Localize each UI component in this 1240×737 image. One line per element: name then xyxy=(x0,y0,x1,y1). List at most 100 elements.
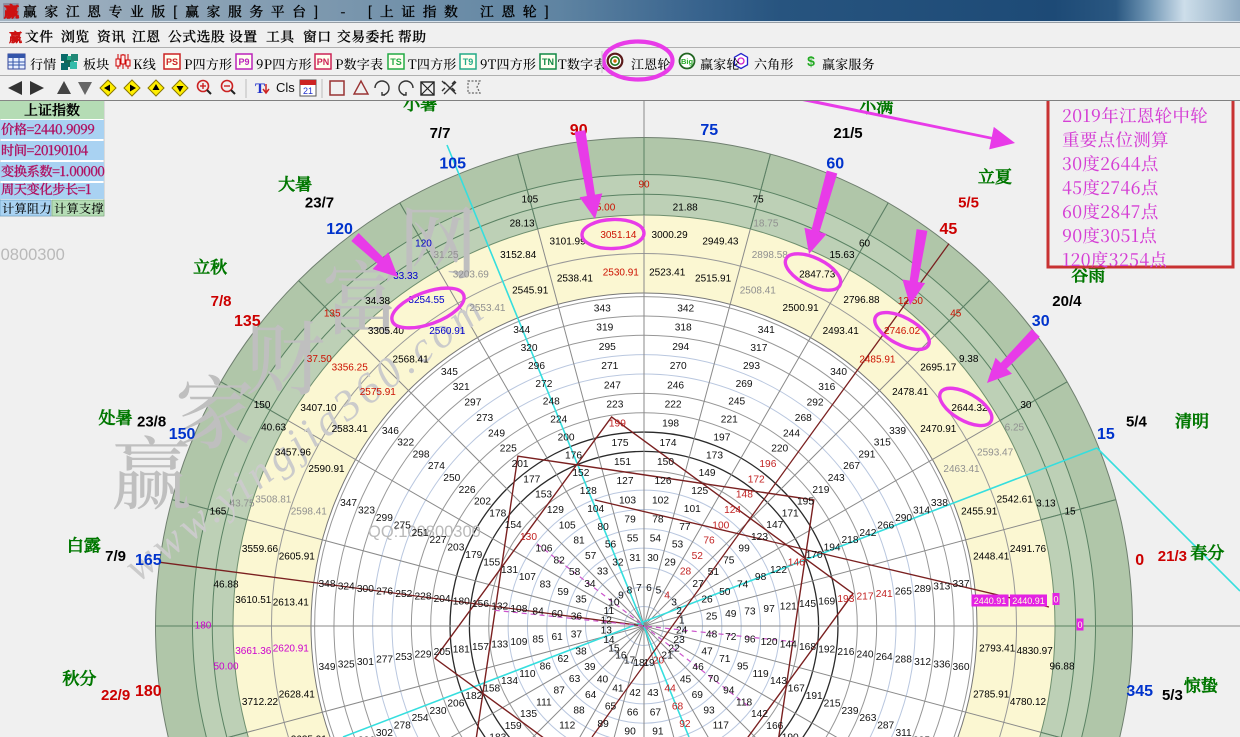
svg-text:278: 278 xyxy=(394,721,411,732)
svg-text:191: 191 xyxy=(806,691,823,702)
svg-text:66: 66 xyxy=(627,707,639,718)
svg-text:223: 223 xyxy=(606,400,623,411)
svg-text:110: 110 xyxy=(519,669,536,680)
svg-text:36: 36 xyxy=(571,612,583,623)
svg-text:58: 58 xyxy=(569,567,581,578)
svg-text:323: 323 xyxy=(358,506,375,517)
svg-text:77: 77 xyxy=(679,522,691,533)
svg-text:206: 206 xyxy=(447,698,464,709)
svg-text:6.25: 6.25 xyxy=(1005,423,1025,434)
svg-text:228: 228 xyxy=(415,591,432,602)
svg-text:2898.58: 2898.58 xyxy=(752,250,789,261)
svg-text:2793.41: 2793.41 xyxy=(979,644,1016,655)
svg-text:298: 298 xyxy=(413,449,430,460)
svg-text:21/3: 21/3 xyxy=(1158,548,1187,565)
svg-text:60: 60 xyxy=(859,239,871,250)
svg-text:2746.02: 2746.02 xyxy=(884,326,921,337)
svg-text:290: 290 xyxy=(895,513,912,524)
svg-text:2949.43: 2949.43 xyxy=(702,237,739,248)
svg-text:87: 87 xyxy=(554,686,566,697)
svg-text:PN: PN xyxy=(317,57,330,67)
svg-text:37.50: 37.50 xyxy=(307,354,332,365)
svg-text:143: 143 xyxy=(770,676,787,687)
svg-text:45: 45 xyxy=(940,221,958,238)
svg-text:124: 124 xyxy=(724,505,741,516)
svg-text:295: 295 xyxy=(599,342,616,353)
svg-text:311: 311 xyxy=(895,728,912,737)
svg-text:268: 268 xyxy=(795,413,812,424)
svg-text:46: 46 xyxy=(692,662,704,673)
svg-text:57: 57 xyxy=(585,551,597,562)
svg-text:61: 61 xyxy=(552,632,564,643)
svg-text:39: 39 xyxy=(584,662,596,673)
svg-text:181: 181 xyxy=(453,645,470,656)
svg-text:5/5: 5/5 xyxy=(958,195,979,212)
svg-text:$: $ xyxy=(807,53,815,69)
svg-text:72: 72 xyxy=(725,632,737,643)
svg-text:190: 190 xyxy=(782,733,799,737)
svg-text:96: 96 xyxy=(744,634,756,645)
svg-text:205: 205 xyxy=(434,647,451,658)
svg-text:64: 64 xyxy=(585,690,597,701)
svg-text:24: 24 xyxy=(676,626,688,637)
svg-text:2493.41: 2493.41 xyxy=(823,326,860,337)
svg-text:0: 0 xyxy=(1135,552,1144,569)
svg-text:135: 135 xyxy=(324,309,341,320)
svg-text:3407.10: 3407.10 xyxy=(300,403,337,414)
svg-text:3152.84: 3152.84 xyxy=(500,250,537,261)
svg-text:151: 151 xyxy=(614,457,631,468)
svg-text:348: 348 xyxy=(319,579,336,590)
svg-text:15: 15 xyxy=(1064,506,1076,517)
svg-text:345: 345 xyxy=(1126,683,1153,700)
svg-text:274: 274 xyxy=(428,461,445,472)
svg-text:246: 246 xyxy=(667,380,684,391)
svg-text:172: 172 xyxy=(748,474,765,485)
svg-text:20/4: 20/4 xyxy=(1052,293,1082,310)
svg-text:194: 194 xyxy=(824,543,841,554)
svg-text:229: 229 xyxy=(415,650,432,661)
svg-text:119: 119 xyxy=(752,669,769,680)
svg-text:239: 239 xyxy=(842,706,859,717)
svg-text:0: 0 xyxy=(1053,595,1058,605)
svg-text:45: 45 xyxy=(950,309,962,320)
svg-text:7: 7 xyxy=(636,583,642,594)
svg-text:325: 325 xyxy=(338,660,355,671)
svg-text:226: 226 xyxy=(459,485,476,496)
svg-text:118: 118 xyxy=(736,697,753,708)
svg-text:225: 225 xyxy=(500,444,517,455)
svg-text:126: 126 xyxy=(655,476,672,487)
svg-text:178: 178 xyxy=(489,508,506,519)
svg-text:3457.96: 3457.96 xyxy=(275,447,312,458)
svg-text:71: 71 xyxy=(719,654,731,665)
svg-text:336: 336 xyxy=(933,660,950,671)
svg-text:48: 48 xyxy=(706,629,718,640)
svg-text:54: 54 xyxy=(650,534,662,545)
svg-text:252: 252 xyxy=(395,589,412,600)
svg-text:173: 173 xyxy=(706,450,723,461)
svg-text:TS: TS xyxy=(390,57,402,67)
svg-text:42: 42 xyxy=(629,688,641,699)
svg-text:3000.29: 3000.29 xyxy=(652,230,689,241)
svg-text:324: 324 xyxy=(338,581,355,592)
svg-text:2568.41: 2568.41 xyxy=(393,354,430,365)
svg-text:50.00: 50.00 xyxy=(213,662,238,673)
svg-text:5: 5 xyxy=(656,585,662,596)
svg-text:99: 99 xyxy=(738,544,750,555)
svg-text:292: 292 xyxy=(807,398,824,409)
svg-text:272: 272 xyxy=(535,379,552,390)
svg-text:QQ:100800300: QQ:100800300 xyxy=(0,246,65,264)
svg-text:347: 347 xyxy=(340,498,357,509)
svg-text:302: 302 xyxy=(376,728,393,737)
svg-text:180: 180 xyxy=(195,621,212,632)
svg-text:152: 152 xyxy=(572,468,589,479)
svg-text:60: 60 xyxy=(552,609,564,620)
svg-text:270: 270 xyxy=(670,361,687,372)
svg-text:Big: Big xyxy=(681,57,694,66)
svg-text:146: 146 xyxy=(788,557,805,568)
svg-text:3559.66: 3559.66 xyxy=(242,544,279,555)
svg-text:15.63: 15.63 xyxy=(829,250,854,261)
svg-text:2440.91: 2440.91 xyxy=(974,596,1007,606)
svg-text:343: 343 xyxy=(594,304,611,315)
svg-text:117: 117 xyxy=(713,721,730,732)
svg-text:2575.91: 2575.91 xyxy=(360,387,397,398)
